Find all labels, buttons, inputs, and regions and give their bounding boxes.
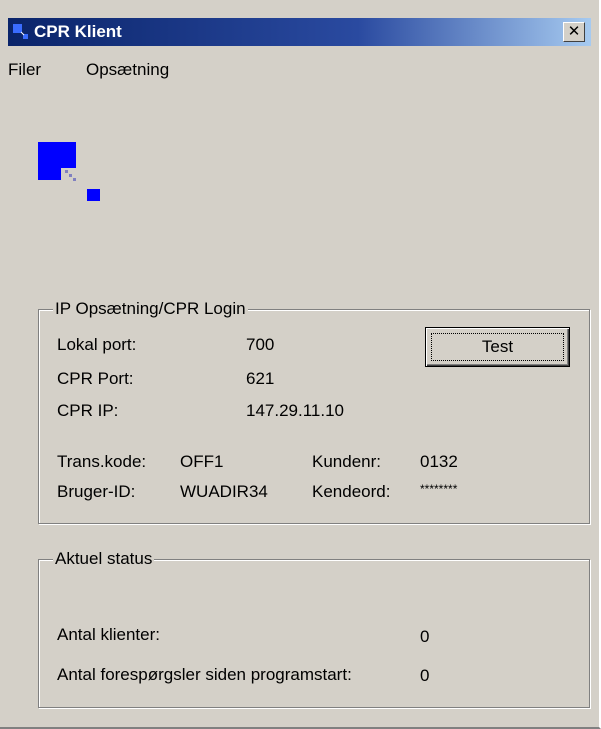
lokal-port-label: Lokal port: bbox=[57, 335, 137, 354]
kendeord-label: Kendeord: bbox=[312, 482, 391, 501]
menu-filer[interactable]: Filer bbox=[8, 60, 41, 80]
antal-forespoergsler-value: 0 bbox=[420, 666, 430, 685]
kundenr-value: 0132 bbox=[420, 452, 458, 471]
cpr-ip-label: CPR IP: bbox=[57, 401, 119, 420]
bruger-id-value: WUADIR34 bbox=[180, 482, 268, 501]
test-button-label: Test bbox=[431, 333, 564, 361]
kendeord-value: ******** bbox=[420, 482, 458, 496]
kundenr-label: Kundenr: bbox=[312, 452, 381, 471]
cpr-ip-value: 147.29.11.10 bbox=[246, 401, 344, 420]
status-group-title: Aktuel status bbox=[53, 549, 155, 569]
app-logo-icon bbox=[38, 140, 108, 210]
bruger-id-label: Bruger-ID: bbox=[57, 482, 136, 501]
close-button[interactable]: ✕ bbox=[563, 22, 585, 42]
title-bar[interactable]: CPR Klient ✕ bbox=[8, 18, 591, 46]
ip-login-group-title: IP Opsætning/CPR Login bbox=[53, 299, 248, 319]
app-icon[interactable] bbox=[12, 23, 30, 41]
test-button[interactable]: Test bbox=[425, 327, 570, 367]
antal-forespoergsler-label: Antal forespørgsler siden programstart: bbox=[57, 665, 352, 684]
trans-kode-value: OFF1 bbox=[180, 452, 224, 471]
antal-klienter-value: 0 bbox=[420, 627, 430, 646]
lokal-port-value: 700 bbox=[246, 335, 275, 354]
app-window: CPR Klient ✕ Filer Opsætning IP Opsætnin… bbox=[0, 0, 601, 729]
trans-kode-label: Trans.kode: bbox=[57, 452, 147, 471]
menu-opsaetning[interactable]: Opsætning bbox=[86, 60, 169, 80]
close-icon: ✕ bbox=[567, 23, 581, 40]
antal-klienter-label: Antal klienter: bbox=[57, 625, 160, 644]
cpr-port-value: 621 bbox=[246, 369, 275, 388]
cpr-port-label: CPR Port: bbox=[57, 369, 134, 388]
window-title: CPR Klient bbox=[34, 22, 122, 41]
